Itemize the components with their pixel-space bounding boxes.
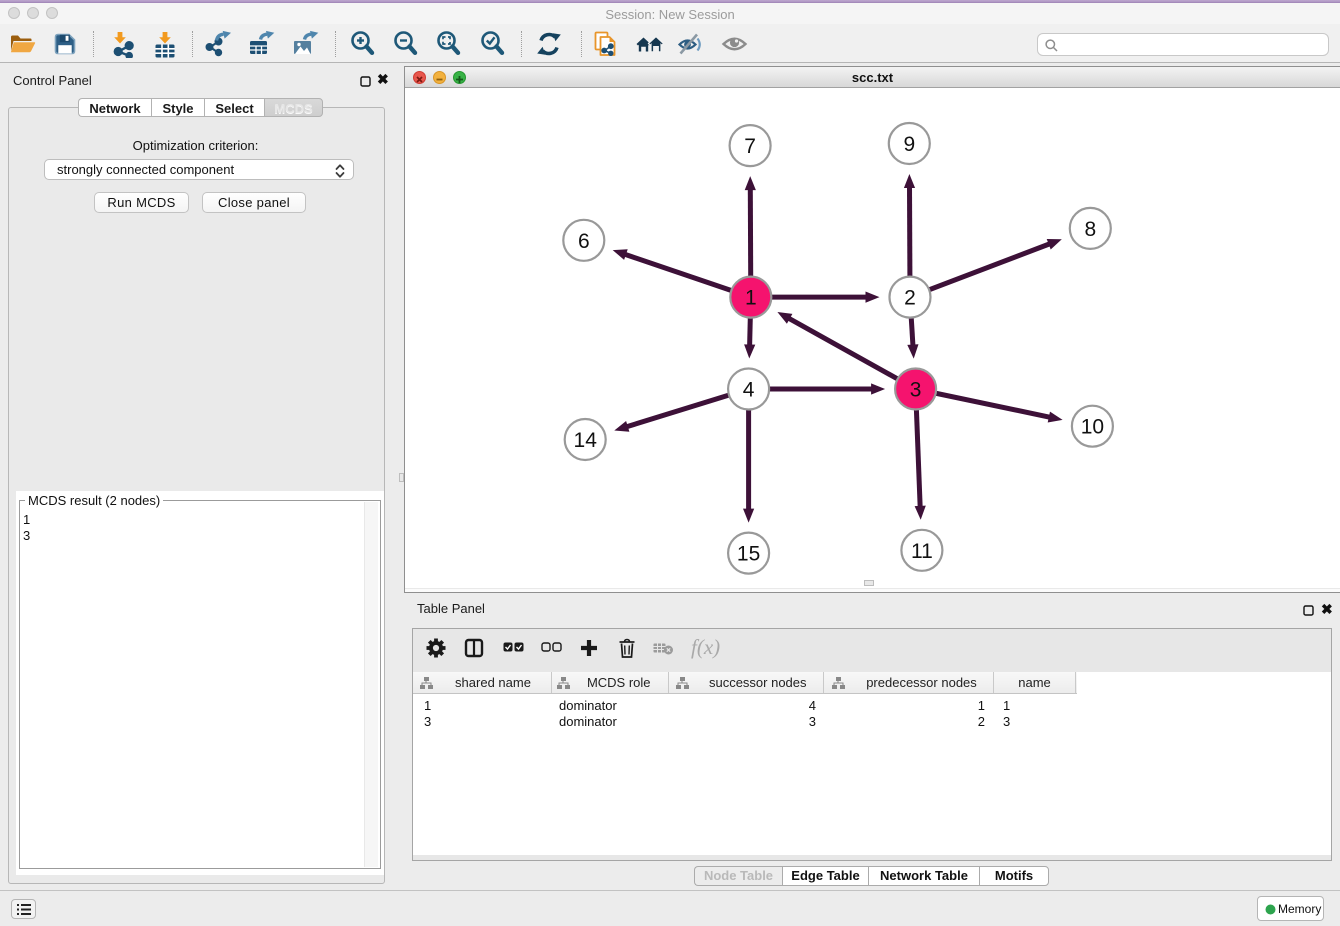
svg-text:10: 10: [1081, 416, 1104, 439]
svg-text:6: 6: [578, 230, 590, 253]
svg-text:3: 3: [910, 379, 922, 402]
svg-text:11: 11: [911, 540, 933, 563]
svg-text:7: 7: [744, 135, 756, 158]
svg-text:4: 4: [743, 379, 755, 402]
svg-text:8: 8: [1084, 218, 1096, 241]
svg-text:1: 1: [745, 287, 757, 310]
svg-text:14: 14: [574, 429, 598, 452]
svg-text:2: 2: [904, 287, 916, 310]
svg-text:9: 9: [903, 133, 915, 156]
svg-text:15: 15: [737, 543, 760, 566]
